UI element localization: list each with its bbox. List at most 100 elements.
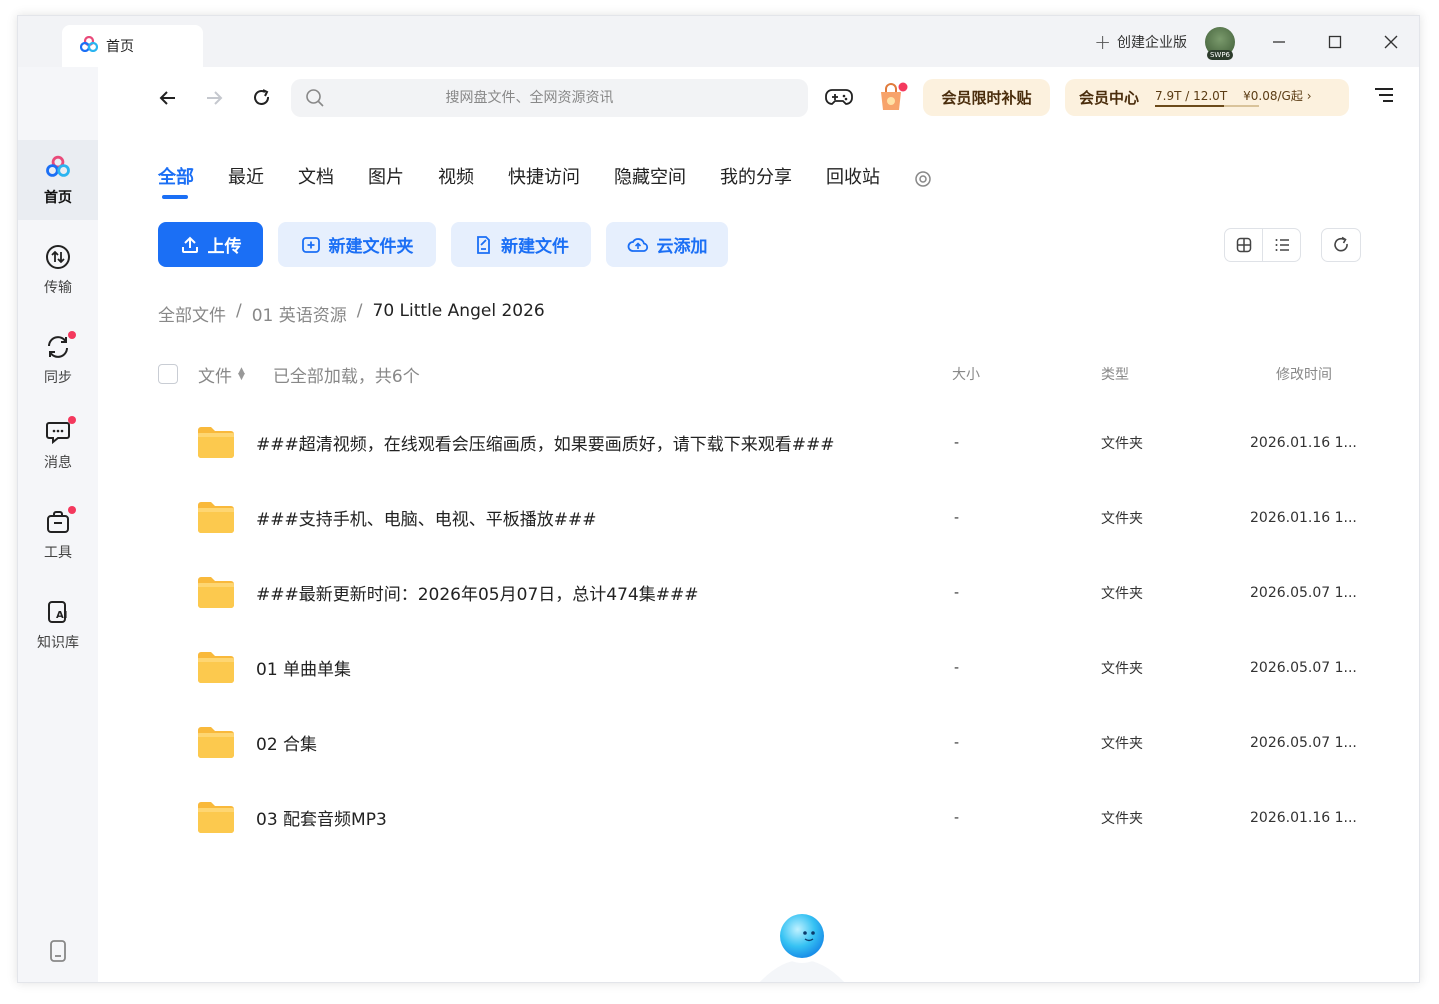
svg-text:AI: AI bbox=[56, 610, 67, 621]
plus-icon: + bbox=[1094, 29, 1111, 54]
storage-quota: 7.9T / 12.0T bbox=[1155, 89, 1260, 107]
file-name[interactable]: 02 合集 bbox=[256, 730, 317, 755]
baidu-netdisk-logo-icon bbox=[79, 35, 99, 56]
category-tabs: 全部 最近 文档 图片 视频 快捷访问 隐藏空间 我的分享 回收站 bbox=[158, 166, 932, 199]
folder-icon bbox=[196, 725, 236, 763]
table-row[interactable]: ###超清视频，在线观看会压缩画质，如果要画质好，请下载下来观看### - 文件夹 2… bbox=[158, 405, 1358, 480]
notification-dot bbox=[68, 506, 76, 514]
folder-icon bbox=[196, 425, 236, 463]
tab-settings-icon[interactable] bbox=[914, 170, 932, 188]
close-icon bbox=[1384, 35, 1398, 48]
tab-hidden-space[interactable]: 隐藏空间 bbox=[614, 166, 686, 196]
hamburger-menu-icon bbox=[1375, 88, 1393, 102]
notification-dot bbox=[68, 416, 76, 424]
minimize-icon bbox=[1273, 40, 1285, 43]
tab-recycle-bin[interactable]: 回收站 bbox=[826, 166, 880, 196]
file-size: - bbox=[954, 659, 960, 676]
upload-label: 上传 bbox=[207, 237, 242, 257]
create-enterprise-button[interactable]: + 创建企业版 bbox=[1094, 32, 1187, 52]
file-type: 文件夹 bbox=[1101, 810, 1143, 827]
vip-center-label: 会员中心 bbox=[1079, 89, 1140, 107]
search-box[interactable] bbox=[291, 79, 808, 117]
gamepad-icon[interactable] bbox=[824, 84, 854, 114]
list-view-icon[interactable] bbox=[1263, 229, 1300, 261]
reload-button[interactable] bbox=[250, 86, 274, 110]
create-enterprise-label: 创建企业版 bbox=[1117, 34, 1187, 51]
column-file-header[interactable]: 文件 bbox=[198, 362, 232, 387]
menu-button[interactable] bbox=[1374, 86, 1394, 108]
refresh-list-button[interactable] bbox=[1321, 228, 1361, 262]
sync-icon bbox=[44, 331, 76, 361]
file-name[interactable]: ###最新更新时间：2026年05月07日，总计474集### bbox=[256, 580, 698, 605]
sort-icon[interactable]: ▲ ▼ bbox=[238, 367, 245, 382]
tab-home[interactable]: 首页 bbox=[62, 25, 203, 67]
file-type: 文件夹 bbox=[1101, 435, 1143, 452]
tab-all[interactable]: 全部 bbox=[158, 166, 194, 199]
title-bar: 首页 + 创建企业版 SWP6 bbox=[18, 16, 1419, 67]
price-label: ¥0.08/G起 bbox=[1243, 89, 1303, 103]
grid-view-icon[interactable] bbox=[1225, 229, 1263, 261]
tab-quick-access[interactable]: 快捷访问 bbox=[508, 166, 580, 196]
table-row[interactable]: 02 合集 - 文件夹 2026.05.07 1... bbox=[158, 705, 1358, 780]
cloud-add-label: 云添加 bbox=[656, 237, 708, 257]
tab-images[interactable]: 图片 bbox=[368, 166, 404, 196]
breadcrumb-root[interactable]: 全部文件 bbox=[158, 301, 226, 326]
tab-my-shares[interactable]: 我的分享 bbox=[720, 166, 792, 196]
file-name[interactable]: ###超清视频，在线观看会压缩画质，如果要画质好，请下载下来观看### bbox=[256, 430, 834, 455]
baidu-netdisk-logo-icon bbox=[44, 153, 72, 181]
folder-icon bbox=[196, 800, 236, 838]
search-input[interactable] bbox=[291, 79, 808, 117]
promo-subsidy-button[interactable]: 会员限时补贴 bbox=[923, 79, 1050, 116]
sidebar-item-tools[interactable]: 工具 bbox=[18, 495, 98, 575]
sidebar-item-sync[interactable]: 同步 bbox=[18, 320, 98, 400]
maximize-icon bbox=[1328, 35, 1342, 48]
breadcrumb-level1[interactable]: 01 英语资源 bbox=[252, 301, 347, 326]
table-row[interactable]: 03 配套音频MP3 - 文件夹 2026.01.16 1... bbox=[158, 780, 1358, 855]
quota-bar-fill bbox=[1155, 104, 1224, 107]
file-name[interactable]: 03 配套音频MP3 bbox=[256, 805, 387, 830]
vip-center-button[interactable]: 会员中心 7.9T / 12.0T ¥0.08/G起 › bbox=[1065, 79, 1349, 116]
sidebar: 首页 传输 同步 消息 工具 AI 知识库 bbox=[18, 67, 98, 982]
table-row[interactable]: ###支持手机、电脑、电视、平板播放### - 文件夹 2026.01.16 1... bbox=[158, 480, 1358, 555]
loaded-status: 已全部加载，共6个 bbox=[272, 366, 420, 387]
minimize-button[interactable] bbox=[1251, 16, 1307, 67]
file-modified: 2026.05.07 1... bbox=[1250, 734, 1357, 751]
table-row[interactable]: 01 单曲单集 - 文件夹 2026.05.07 1... bbox=[158, 630, 1358, 705]
new-file-icon bbox=[477, 235, 490, 254]
upload-button[interactable]: 上传 bbox=[158, 222, 263, 267]
tab-recent[interactable]: 最近 bbox=[228, 166, 264, 196]
forward-button[interactable] bbox=[202, 86, 226, 110]
mobile-device-icon[interactable] bbox=[49, 940, 67, 966]
sidebar-item-label: 传输 bbox=[44, 280, 72, 296]
ai-assistant-button[interactable] bbox=[758, 896, 846, 982]
sidebar-item-label: 同步 bbox=[44, 370, 72, 386]
sidebar-item-transfer[interactable]: 传输 bbox=[18, 230, 98, 310]
table-row[interactable]: ###最新更新时间：2026年05月07日，总计474集### - 文件夹 2026.… bbox=[158, 555, 1358, 630]
tab-documents[interactable]: 文档 bbox=[298, 166, 334, 196]
folder-icon bbox=[196, 500, 236, 538]
new-folder-button[interactable]: 新建文件夹 bbox=[278, 222, 436, 267]
maximize-button[interactable] bbox=[1307, 16, 1363, 67]
sidebar-item-knowledge-base[interactable]: AI 知识库 bbox=[18, 585, 98, 665]
file-table-header: 文件 ▲ ▼ 已全部加载，共6个 大小 类型 修改时间 bbox=[158, 359, 1358, 389]
sidebar-item-label: 首页 bbox=[44, 190, 72, 206]
sidebar-item-messages[interactable]: 消息 bbox=[18, 405, 98, 485]
file-name[interactable]: 01 单曲单集 bbox=[256, 655, 351, 680]
gift-bag-icon[interactable] bbox=[876, 82, 908, 118]
breadcrumb-separator: / bbox=[356, 301, 363, 321]
message-icon bbox=[44, 416, 76, 446]
sidebar-item-home[interactable]: 首页 bbox=[18, 140, 98, 220]
new-file-button[interactable]: 新建文件 bbox=[451, 222, 591, 267]
column-modified-header: 修改时间 bbox=[1276, 367, 1332, 383]
file-name[interactable]: ###支持手机、电脑、电视、平板播放### bbox=[256, 505, 596, 530]
close-button[interactable] bbox=[1363, 16, 1419, 67]
tab-videos[interactable]: 视频 bbox=[438, 166, 474, 196]
avatar[interactable]: SWP6 bbox=[1205, 26, 1235, 60]
column-type-header: 类型 bbox=[1101, 367, 1129, 383]
file-modified: 2026.01.16 1... bbox=[1250, 809, 1357, 826]
cloud-add-button[interactable]: 云添加 bbox=[606, 222, 728, 267]
file-size: - bbox=[954, 509, 960, 526]
select-all-checkbox[interactable] bbox=[158, 364, 178, 384]
back-button[interactable] bbox=[156, 86, 180, 110]
ai-knowledge-icon: AI bbox=[44, 598, 72, 626]
